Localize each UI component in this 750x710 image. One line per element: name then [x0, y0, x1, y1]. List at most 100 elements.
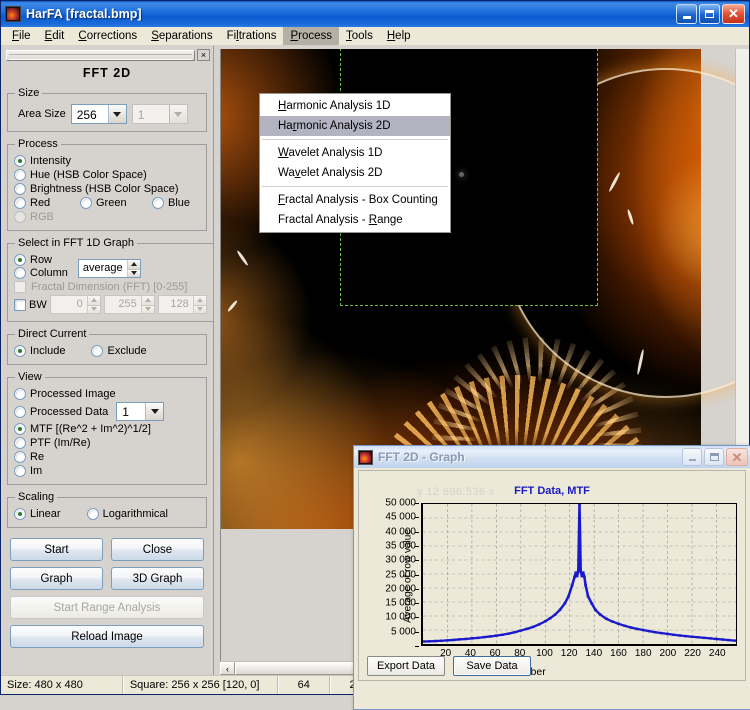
chart-y-tick-mark — [415, 560, 419, 562]
menu-item-wavelet-1d[interactable]: Wavelet Analysis 1D — [260, 143, 450, 163]
menu-item-harmonic-2d[interactable]: Harmonic Analysis 2D — [260, 116, 450, 136]
chevron-down-icon-disabled — [168, 105, 187, 123]
chart-y-tick: 25 000 — [385, 569, 416, 580]
graph-minimize-button[interactable] — [682, 448, 702, 466]
chart-y-tick: 35 000 — [385, 540, 416, 552]
area-size-combo[interactable]: 256 — [70, 104, 127, 124]
chart-y-tick-mark — [415, 574, 419, 576]
checkbox-icon-bw[interactable] — [14, 298, 26, 311]
process-option-red[interactable]: Red — [14, 197, 80, 209]
export-data-button[interactable]: Export Data — [367, 656, 445, 676]
direct-current-group: Direct Current Include Exclude — [7, 328, 207, 365]
menu-item-fractal-box-counting[interactable]: Fractal Analysis - Box Counting — [260, 190, 450, 210]
graph-3d-button[interactable]: 3D Graph — [111, 567, 204, 590]
reload-image-button[interactable]: Reload Image — [10, 625, 204, 648]
view-label-processed-data: Processed Data — [30, 405, 109, 418]
radio-icon-re — [14, 451, 26, 463]
menu-edit[interactable]: Edit — [38, 27, 72, 45]
select-column-option[interactable]: Column — [14, 267, 68, 279]
view-option-mtf[interactable]: MTF [(Re^2 + Im^2)^1/2] — [14, 423, 200, 435]
view-option-processed-image[interactable]: Processed Image — [14, 388, 200, 400]
start-button[interactable]: Start — [10, 538, 103, 561]
menu-help[interactable]: Help — [380, 27, 418, 45]
graph-maximize-button[interactable] — [704, 448, 724, 466]
bw-max-spinner: 255 — [103, 295, 155, 314]
menu-filtrations[interactable]: Filtrations — [220, 27, 284, 45]
panel-close-icon[interactable]: × — [197, 49, 210, 61]
graph-title-bar: FFT 2D - Graph ✕ — [354, 446, 750, 468]
process-option-brightness[interactable]: Brightness (HSB Color Space) — [14, 183, 200, 195]
chart-x-tick: 200 — [659, 648, 677, 659]
view-option-ptf[interactable]: PTF (Im/Re) — [14, 437, 200, 449]
radio-icon-dc-include — [14, 345, 26, 357]
process-option-green[interactable]: Green — [80, 197, 152, 209]
dc-include-option[interactable]: Include — [14, 345, 65, 357]
scaling-linear-label: Linear — [30, 508, 61, 520]
spin-down-icon[interactable] — [127, 268, 140, 277]
view-option-re[interactable]: Re — [14, 451, 200, 463]
scaling-linear-option[interactable]: Linear — [14, 508, 61, 520]
fft2d-panel: × FFT 2D Size Area Size 256 1 Process In… — [1, 46, 214, 675]
select-row-option[interactable]: Row — [14, 254, 68, 266]
chart-plot-box — [421, 502, 737, 646]
menu-item-wavelet-2d[interactable]: Wavelet Analysis 2D — [260, 163, 450, 183]
radio-icon-blue — [152, 197, 164, 209]
processed-data-index-combo[interactable]: 1 — [116, 402, 165, 421]
menu-separator-1 — [262, 139, 448, 140]
save-data-button[interactable]: Save Data — [453, 656, 531, 676]
view-option-im[interactable]: Im — [14, 465, 200, 477]
close-panel-button[interactable]: Close — [111, 538, 204, 561]
view-option-processed-data[interactable]: Processed Data — [14, 405, 109, 418]
average-spinner[interactable]: average — [77, 259, 141, 278]
panel-dock-bar: × — [6, 48, 210, 62]
area-size-label: Area Size — [18, 108, 66, 120]
scroll-left-icon[interactable]: ‹ — [220, 662, 235, 675]
menu-separator-2 — [262, 186, 448, 187]
process-option-blue[interactable]: Blue — [152, 197, 190, 209]
scaling-log-label: Logarithmical — [102, 508, 168, 520]
chart-y-tick: 30 000 — [385, 554, 416, 566]
chart-title: FFT Data, MTF — [514, 485, 590, 497]
dc-exclude-option[interactable]: Exclude — [91, 345, 147, 357]
process-dropdown-menu: Harmonic Analysis 1D Harmonic Analysis 2… — [259, 93, 451, 233]
app-fractal-icon — [5, 6, 21, 22]
view-legend: View — [18, 371, 42, 383]
chart-x-tick: 120 — [560, 648, 578, 659]
menu-item-fractal-range[interactable]: Fractal Analysis - Range — [260, 210, 450, 230]
graph-button[interactable]: Graph — [10, 567, 103, 590]
menu-item-harmonic-1d[interactable]: Harmonic Analysis 1D — [260, 96, 450, 116]
graph-action-buttons: Export Data Save Data — [367, 656, 531, 676]
chart-y-tick-mark — [415, 588, 419, 590]
process-option-hue[interactable]: Hue (HSB Color Space) — [14, 169, 200, 181]
menu-file[interactable]: File — [5, 27, 38, 45]
graph-close-button[interactable]: ✕ — [726, 448, 748, 466]
panel-drag-grip[interactable] — [6, 49, 195, 61]
minimize-button[interactable] — [676, 4, 697, 24]
radio-icon-mtf — [14, 423, 26, 435]
radio-icon-linear — [14, 508, 26, 520]
window-controls: ✕ — [676, 4, 747, 24]
graph-window: FFT 2D - Graph ✕ y 12 696.536 x FFT Data… — [353, 445, 750, 710]
panel-button-row-4: Reload Image — [10, 625, 204, 648]
chart-y-tick-labels: 5 000 10 000 15 000 20 000 25 000 30 000 35 00… — [359, 498, 419, 647]
menu-process[interactable]: Process — [283, 27, 339, 45]
chart-y-tick: 15 000 — [385, 597, 416, 609]
chart-y-tick: 20 000 — [385, 583, 416, 595]
chart-x-tick: 100 — [536, 648, 553, 659]
chart-plot-area[interactable] — [421, 502, 737, 646]
view-label-mtf: MTF [(Re^2 + Im^2)^1/2] — [30, 423, 151, 435]
bw-threshold-value: 128 — [170, 298, 189, 310]
process-option-intensity[interactable]: Intensity — [14, 155, 200, 167]
window-body: × FFT 2D Size Area Size 256 1 Process In… — [1, 46, 750, 710]
close-button[interactable]: ✕ — [722, 4, 745, 24]
maximize-button[interactable] — [699, 4, 720, 24]
menu-separations[interactable]: Separations — [144, 27, 219, 45]
radio-icon-processed-data — [14, 405, 26, 418]
menu-corrections[interactable]: Corrections — [71, 27, 144, 45]
radio-icon-red — [14, 197, 26, 209]
menu-tools[interactable]: Tools — [339, 27, 380, 45]
bw-threshold-spinner: 128 — [157, 295, 207, 314]
scaling-log-option[interactable]: Logarithmical — [86, 508, 168, 520]
view-group: View Processed Image Processed Data 1 MT… — [7, 371, 207, 485]
spin-up-icon[interactable] — [127, 260, 140, 269]
